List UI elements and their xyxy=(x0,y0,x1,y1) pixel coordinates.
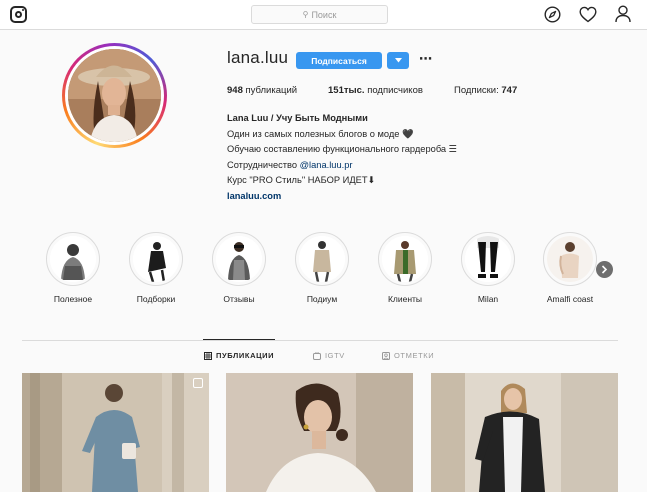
activity-heart-icon[interactable] xyxy=(579,6,597,23)
bio-mention-link[interactable]: @lana.luu.pr xyxy=(300,160,353,170)
profile-avatar xyxy=(68,49,161,142)
igtv-icon xyxy=(313,351,321,360)
bio-full-name: Lana Luu / Учу Быть Модными xyxy=(227,113,368,123)
story-highlight[interactable]: Отзывы xyxy=(204,232,274,304)
story-highlight[interactable]: Подиум xyxy=(287,232,357,304)
bio-line: Обучаю составлению функционального гарде… xyxy=(227,144,458,154)
story-highlight[interactable]: Milan xyxy=(453,232,523,304)
more-options-icon[interactable]: ⋯ xyxy=(419,52,433,66)
story-highlight[interactable]: Подборки xyxy=(121,232,191,304)
multiple-photos-icon xyxy=(193,378,203,388)
follow-button[interactable]: Подписаться xyxy=(296,52,382,69)
story-highlight[interactable]: Полезное xyxy=(38,232,108,304)
highlight-thumbnail xyxy=(382,236,428,282)
tabs-divider xyxy=(22,340,618,341)
tab-posts[interactable]: ПУБЛИКАЦИИ xyxy=(204,351,274,360)
chevron-right-icon xyxy=(601,265,608,274)
followers-count-stat[interactable]: 151тыс. подписчиков xyxy=(328,85,423,96)
instagram-logo-icon[interactable] xyxy=(10,6,27,23)
highlight-thumbnail xyxy=(216,236,262,282)
post-thumbnail[interactable] xyxy=(431,373,618,492)
bio-line: Сотрудничество @lana.luu.pr xyxy=(227,159,353,170)
bio-line: Курс "PRO Стиль" НАБОР ИДЕТ⬇ xyxy=(227,175,376,185)
highlight-thumbnail xyxy=(465,236,511,282)
explore-compass-icon[interactable] xyxy=(544,5,561,23)
search-icon: ⚲ xyxy=(302,10,309,19)
highlights-next-button[interactable] xyxy=(596,261,613,278)
tagged-user-icon xyxy=(382,351,390,360)
profile-avatar-story-ring[interactable] xyxy=(62,43,167,148)
post-thumbnail[interactable] xyxy=(226,373,413,492)
post-thumbnail[interactable] xyxy=(22,373,209,492)
posts-count-stat: 948 публикаций xyxy=(227,85,298,96)
highlight-thumbnail xyxy=(299,236,345,282)
search-placeholder: Поиск xyxy=(311,9,337,20)
profile-user-icon[interactable] xyxy=(615,5,631,23)
bio-website-link[interactable]: lanaluu.com xyxy=(227,189,557,205)
caret-down-icon xyxy=(394,58,402,63)
highlight-thumbnail xyxy=(133,236,179,282)
tab-tagged[interactable]: ОТМЕТКИ xyxy=(382,351,434,360)
top-nav-bar: ⚲ Поиск xyxy=(0,0,647,30)
bio-line: Один из самых полезных блогов о моде 🖤 xyxy=(227,128,414,139)
profile-username: lana.luu xyxy=(227,48,289,67)
following-count-stat[interactable]: Подписки: 747 xyxy=(454,85,517,96)
grid-icon xyxy=(204,351,212,360)
tab-igtv[interactable]: IGTV xyxy=(313,351,345,360)
highlight-thumbnail xyxy=(50,236,96,282)
profile-bio: Lana Luu / Учу Быть Модными Один из самы… xyxy=(227,111,557,204)
nav-icons xyxy=(544,5,631,23)
active-tab-indicator xyxy=(203,339,275,340)
story-highlight[interactable]: Amalfi coast xyxy=(535,232,605,304)
highlight-thumbnail xyxy=(547,236,593,282)
search-input[interactable]: ⚲ Поиск xyxy=(251,5,388,24)
story-highlight[interactable]: Клиенты xyxy=(370,232,440,304)
suggestions-dropdown-button[interactable] xyxy=(387,52,409,69)
